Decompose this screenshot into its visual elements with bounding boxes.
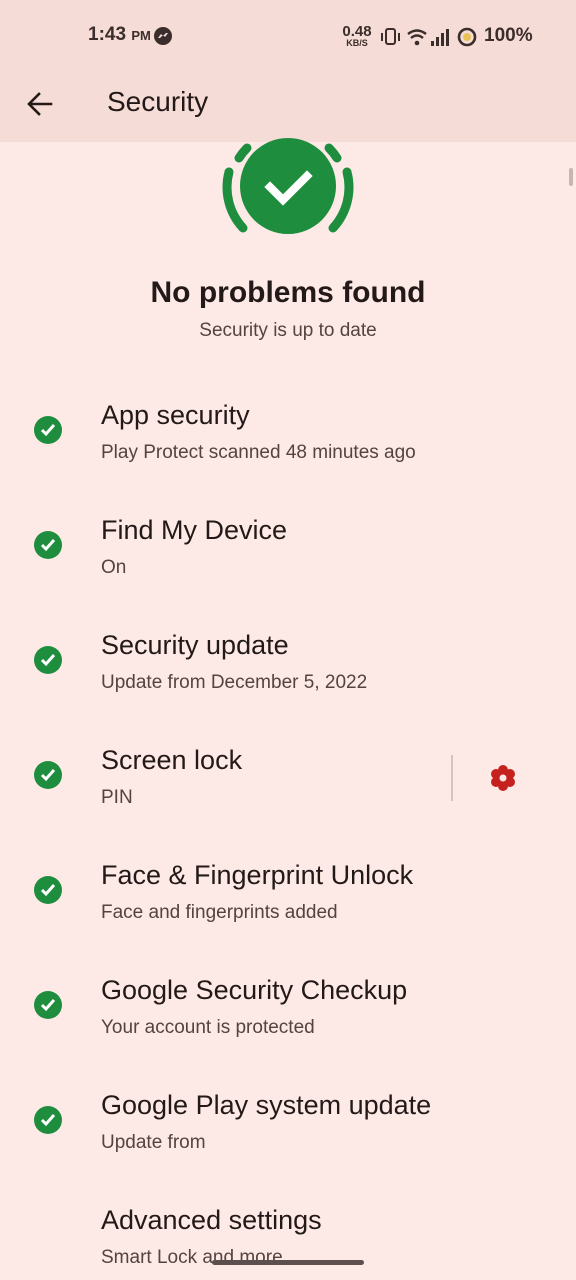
status-title: No problems found — [150, 276, 426, 309]
status-time: 1:43 PM — [88, 24, 151, 46]
screen-lock-settings-button[interactable] — [486, 761, 520, 795]
check-circle-icon — [34, 531, 62, 559]
item-title: Security update — [101, 630, 289, 660]
list-item-screen-lock[interactable]: Screen lock PIN — [0, 725, 576, 825]
wifi-icon — [407, 29, 427, 46]
list-item-play-system-update[interactable]: Google Play system update Update from — [0, 1070, 576, 1170]
net-speed-unit: KB/S — [346, 38, 368, 48]
vibrate-icon — [381, 28, 400, 45]
back-button[interactable] — [22, 86, 58, 122]
status-icons — [381, 27, 477, 47]
item-title: Face & Fingerprint Unlock — [101, 860, 414, 890]
arrow-left-icon — [27, 92, 53, 116]
list-item-app-security[interactable]: App security Play Protect scanned 48 min… — [0, 380, 576, 480]
battery-percent: 100% — [484, 25, 533, 46]
item-title: Find My Device — [101, 515, 288, 545]
check-circle-icon — [34, 876, 62, 904]
status-time-value: 1:43 — [88, 24, 127, 45]
divider — [451, 755, 453, 801]
net-speed: 0.48 KB/S — [338, 24, 376, 48]
item-subtitle: Play Protect scanned 48 minutes ago — [101, 442, 416, 463]
battery-saver-icon — [457, 27, 477, 47]
app-bar: Security — [0, 72, 576, 142]
check-circle-icon — [34, 991, 62, 1019]
page-title: Security — [107, 86, 209, 117]
item-title: Advanced settings — [101, 1205, 322, 1235]
check-circle-icon — [34, 761, 62, 789]
list-item-google-security-checkup[interactable]: Google Security Checkup Your account is … — [0, 955, 576, 1055]
item-subtitle: Update from December 5, 2022 — [101, 672, 368, 693]
item-subtitle: Update from — [101, 1132, 206, 1153]
net-speed-value: 0.48 — [342, 23, 372, 40]
check-circle-icon — [34, 646, 62, 674]
item-subtitle: Your account is protected — [101, 1017, 315, 1038]
security-status-icon — [215, 138, 361, 242]
item-subtitle: PIN — [101, 787, 133, 808]
scrollbar[interactable] — [569, 168, 573, 186]
check-circle-icon — [34, 416, 62, 444]
item-title: Google Play system update — [101, 1090, 432, 1120]
status-bar: 1:43 PM 0.48 KB/S 100% — [0, 0, 576, 72]
list-item-find-my-device[interactable]: Find My Device On — [0, 495, 576, 595]
item-title: Google Security Checkup — [101, 975, 408, 1005]
check-circle-icon — [34, 1106, 62, 1134]
gesture-handle[interactable] — [212, 1260, 364, 1265]
messenger-icon — [154, 27, 172, 45]
list-item-security-update[interactable]: Security update Update from December 5, … — [0, 610, 576, 710]
item-subtitle: On — [101, 557, 127, 578]
status-subtitle: Security is up to date — [199, 320, 377, 341]
item-title: App security — [101, 400, 250, 430]
gear-icon — [491, 765, 515, 791]
item-subtitle: Smart Lock and more — [101, 1247, 283, 1268]
list-item-face-fingerprint[interactable]: Face & Fingerprint Unlock Face and finge… — [0, 840, 576, 940]
item-title: Screen lock — [101, 745, 243, 775]
signal-icon — [431, 29, 449, 46]
status-time-ampm: PM — [131, 28, 151, 43]
list-item-advanced-settings[interactable]: Advanced settings Smart Lock and more — [0, 1185, 576, 1280]
item-subtitle: Face and fingerprints added — [101, 902, 338, 923]
